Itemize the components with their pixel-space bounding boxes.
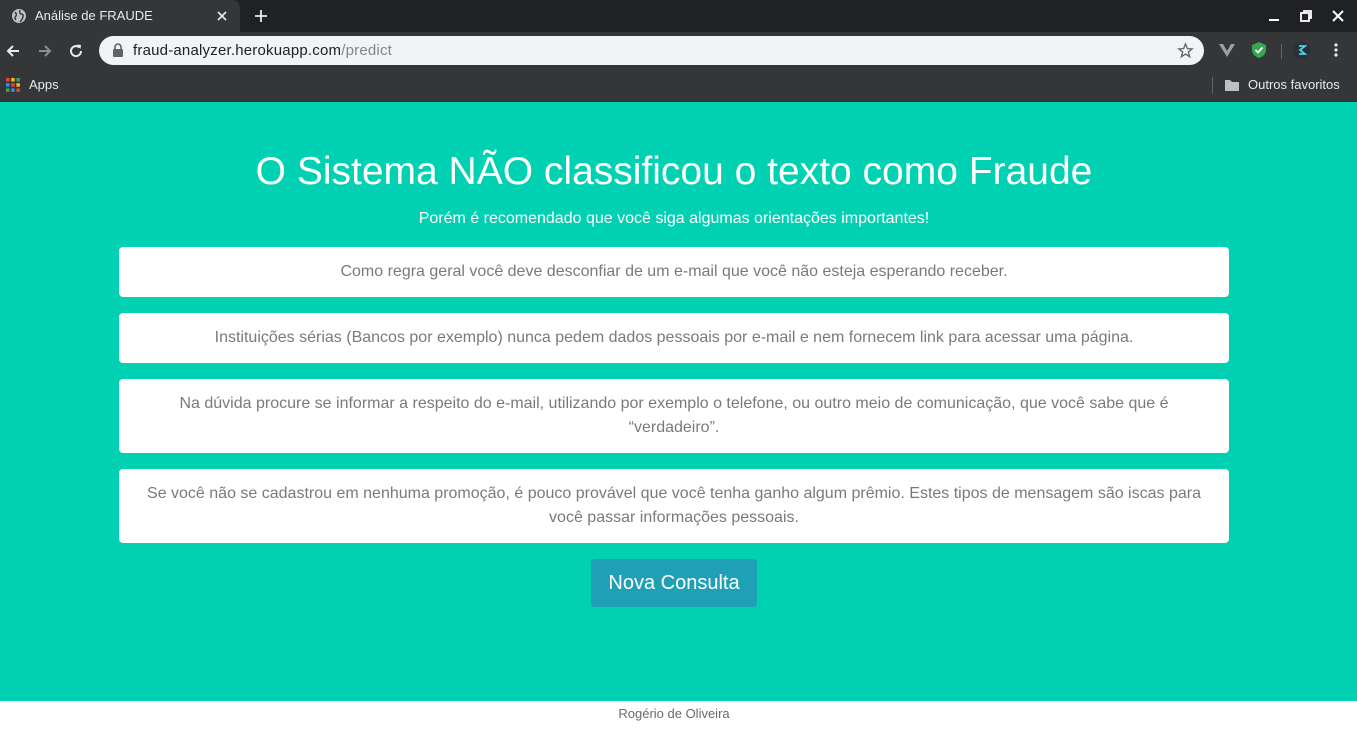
tip-box: Como regra geral você deve desconfiar de… xyxy=(119,247,1229,297)
forward-icon[interactable] xyxy=(36,42,54,60)
bookmarks-separator xyxy=(1212,77,1213,94)
toolbar: fraud-analyzer.herokuapp.com/predict xyxy=(0,32,1357,70)
tip-box: Na dúvida procure se informar a respeito… xyxy=(119,379,1229,453)
bookmarks-bar: Apps Outros favoritos xyxy=(0,70,1357,102)
tab-strip: Análise de FRAUDE xyxy=(0,0,1357,32)
vue-devtools-icon[interactable] xyxy=(1218,41,1236,59)
reload-icon[interactable] xyxy=(67,42,85,60)
toolbar-separator xyxy=(1281,44,1282,59)
back-icon[interactable] xyxy=(4,42,22,60)
close-icon[interactable] xyxy=(214,8,230,24)
browser-chrome: Análise de FRAUDE fraud-analyzer.herokua… xyxy=(0,0,1357,102)
shield-icon[interactable] xyxy=(1250,41,1268,59)
lock-icon[interactable] xyxy=(111,43,125,58)
folder-icon[interactable] xyxy=(1224,78,1240,92)
footer-credit: Rogério de Oliveira xyxy=(618,706,730,721)
apps-grid-icon[interactable] xyxy=(6,78,20,92)
page-viewport: O Sistema NÃO classificou o texto como F… xyxy=(0,102,1357,734)
browser-tab[interactable]: Análise de FRAUDE xyxy=(0,0,240,32)
tip-box: Se você não se cadastrou em nenhuma prom… xyxy=(119,469,1229,543)
nova-consulta-button[interactable]: Nova Consulta xyxy=(591,559,757,607)
tip-box: Instituições sérias (Bancos por exemplo)… xyxy=(119,313,1229,363)
apps-bookmark[interactable]: Apps xyxy=(29,77,59,92)
page-subtitle: Porém é recomendado que você siga alguma… xyxy=(418,210,930,227)
hero-section: O Sistema NÃO classificou o texto como F… xyxy=(0,102,1357,701)
address-bar[interactable]: fraud-analyzer.herokuapp.com/predict xyxy=(99,36,1204,65)
other-bookmarks[interactable]: Outros favoritos xyxy=(1248,77,1340,92)
page-title: O Sistema NÃO classificou o texto como F… xyxy=(255,150,1093,193)
extension-icon[interactable] xyxy=(1293,41,1311,59)
globe-icon xyxy=(12,9,26,23)
plus-icon[interactable] xyxy=(252,7,270,25)
minimize-icon[interactable] xyxy=(1266,8,1282,24)
close-window-icon[interactable] xyxy=(1330,8,1346,24)
more-vert-icon[interactable] xyxy=(1327,41,1345,59)
restore-icon[interactable] xyxy=(1298,8,1314,24)
url-text[interactable]: fraud-analyzer.herokuapp.com/predict xyxy=(133,42,392,59)
url-path: /predict xyxy=(341,42,393,59)
url-host: fraud-analyzer.herokuapp.com xyxy=(133,42,342,59)
tab-title: Análise de FRAUDE xyxy=(35,8,153,23)
star-icon[interactable] xyxy=(1177,42,1194,59)
